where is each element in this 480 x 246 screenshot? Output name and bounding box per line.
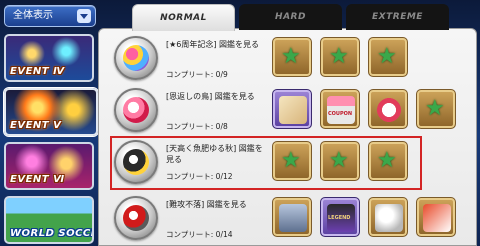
tab-normal[interactable]: NORMAL	[132, 4, 235, 31]
filter-dropdown[interactable]: 全体表示	[4, 5, 96, 27]
item-slot[interactable]: ★	[416, 89, 456, 129]
item-slot[interactable]	[368, 89, 408, 129]
item-slot[interactable]	[272, 89, 312, 129]
collection-title: [天高く魚肥ゆる秋] 図鑑を見る	[166, 144, 263, 164]
green-star-icon: ★	[377, 44, 397, 69]
event-banner-label: EVENT Ⅴ	[10, 120, 62, 131]
event-banner-4[interactable]: EVENT Ⅳ	[4, 34, 94, 82]
coupon-icon: COUPON	[327, 96, 355, 124]
tab-extreme[interactable]: EXTREME	[346, 4, 449, 30]
event-banner-label: WORLD SOCCER!	[10, 228, 92, 239]
completion-count: コンプリート: 0/12	[166, 172, 233, 181]
chevron-down-icon[interactable]	[77, 9, 91, 23]
event-banner-6[interactable]: EVENT Ⅵ	[4, 142, 94, 190]
impregnable-medal-icon	[114, 196, 158, 240]
crane-medal-icon	[114, 88, 158, 132]
item-slot[interactable]: ★	[272, 141, 312, 181]
event-banner-5[interactable]: EVENT Ⅴ	[4, 88, 98, 136]
green-star-icon: ★	[377, 148, 397, 173]
ball-icon	[375, 204, 403, 232]
item-slot[interactable]: LEGEND	[320, 197, 360, 237]
cake-icon	[375, 96, 403, 124]
item-slot[interactable]: COUPON	[320, 89, 360, 129]
completion-count: コンプリート: 0/14	[166, 230, 233, 239]
item-slot[interactable]	[368, 197, 408, 237]
green-star-icon: ★	[329, 148, 349, 173]
item-slot[interactable]: ★	[320, 141, 360, 181]
item-slot[interactable]	[272, 197, 312, 237]
collection-title: [恩返しの鳥] 図鑑を見る	[166, 92, 255, 101]
green-star-icon: ★	[281, 148, 301, 173]
completion-count: コンプリート: 0/8	[166, 122, 228, 131]
sixth-anniversary-medal-icon	[114, 36, 158, 80]
item-slot[interactable]: ★	[368, 141, 408, 181]
scroll-icon	[279, 96, 307, 124]
list-item[interactable]: [恩返しの鳥] 図鑑を見る コンプリート: 0/8 COUPON ★	[104, 86, 474, 136]
green-star-icon: ★	[425, 96, 445, 121]
autumn-fish-medal-icon	[114, 140, 158, 184]
list-item[interactable]: [難攻不落] 図鑑を見る コンプリート: 0/14 LEGEND	[104, 194, 474, 244]
list-item-selected[interactable]: [天高く魚肥ゆる秋] 図鑑を見る コンプリート: 0/12 ★ ★ ★	[110, 136, 422, 190]
treasure-chest-icon	[279, 204, 307, 232]
green-star-icon: ★	[281, 44, 301, 69]
item-slot[interactable]	[416, 197, 456, 237]
legend-book-icon: LEGEND	[327, 204, 355, 232]
tab-hard[interactable]: HARD	[239, 4, 342, 30]
item-slot[interactable]: ★	[272, 37, 312, 77]
shoe-icon	[423, 204, 451, 232]
collection-title: [難攻不落] 図鑑を見る	[166, 200, 247, 209]
item-slot[interactable]: ★	[368, 37, 408, 77]
item-slot[interactable]: ★	[320, 37, 360, 77]
filter-selected-label: 全体表示	[13, 10, 53, 21]
event-banner-label: EVENT Ⅵ	[10, 174, 65, 185]
event-banner-world-soccer[interactable]: WORLD SOCCER!	[4, 196, 94, 244]
event-banner-label: EVENT Ⅳ	[10, 66, 65, 77]
green-star-icon: ★	[329, 44, 349, 69]
collection-title: [★6周年記念] 図鑑を見る	[166, 40, 260, 49]
list-item[interactable]: [★6周年記念] 図鑑を見る コンプリート: 0/9 ★ ★ ★	[104, 34, 474, 84]
completion-count: コンプリート: 0/9	[166, 70, 228, 79]
difficulty-tabs: NORMAL HARD EXTREME	[132, 4, 472, 31]
